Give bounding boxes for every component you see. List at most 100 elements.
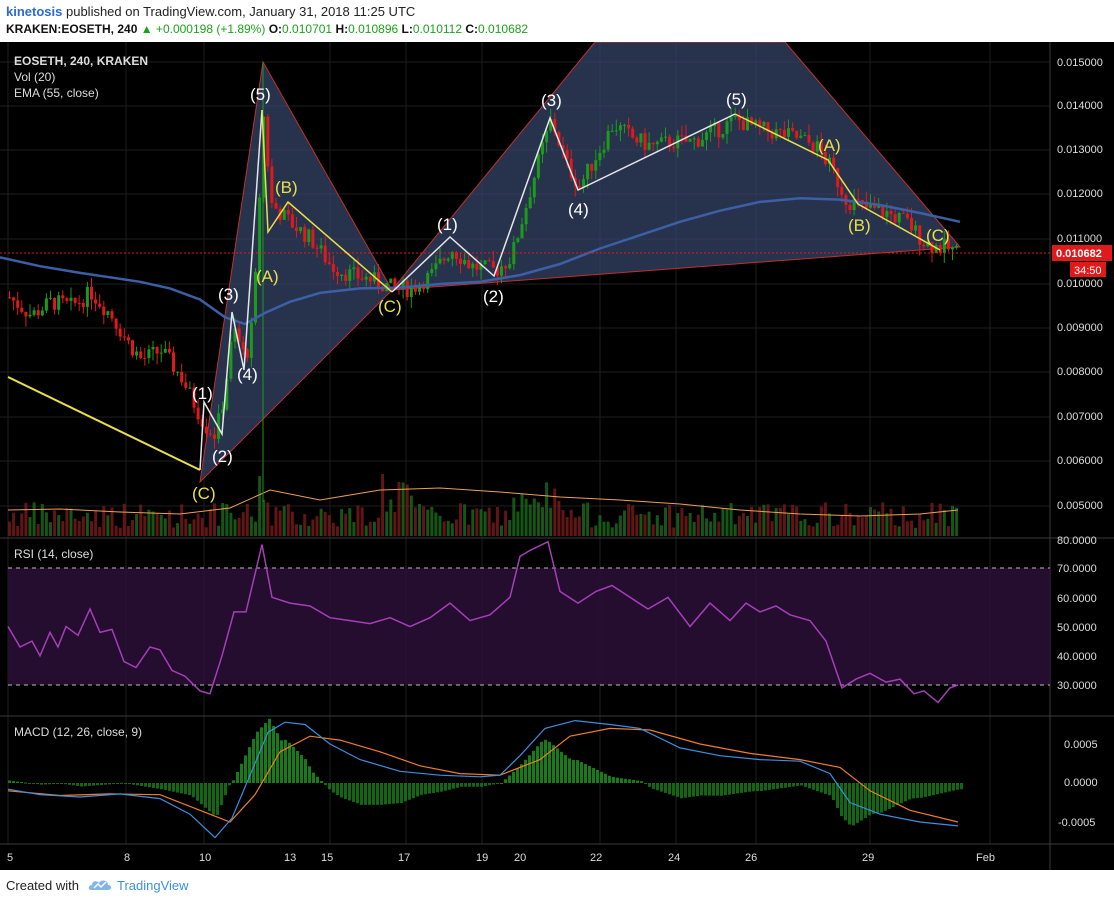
candle-body (331, 264, 335, 272)
candle-body (295, 227, 298, 232)
volume-bar (85, 512, 89, 536)
volume-bar (467, 524, 471, 536)
macd-histogram-bar (108, 783, 111, 785)
volume-bar (545, 482, 549, 536)
volume-bar (40, 503, 44, 536)
volume-bar (176, 523, 180, 536)
volume-bar (401, 482, 405, 536)
candle-body (504, 266, 508, 269)
tradingview-cloud-icon (88, 880, 111, 890)
candle-body (393, 278, 397, 287)
macd-histogram-bar (676, 783, 679, 797)
macd-histogram-bar (368, 783, 371, 805)
volume-bar (684, 516, 688, 536)
volume-bar (118, 527, 122, 536)
macd-histogram-bar (628, 779, 631, 783)
macd-histogram-bar (388, 783, 391, 805)
volume-bar (770, 521, 774, 536)
legend-vol[interactable]: Vol (20) (14, 70, 55, 84)
chart-canvas[interactable]: (C) (1) (2) (3) (4) (5) (A) (B) (C) (1) … (0, 42, 1114, 870)
time-tick: Feb (976, 852, 995, 864)
candle-body (463, 260, 467, 264)
candle-body (159, 352, 163, 354)
candle-body (208, 433, 212, 435)
volume-bar (688, 512, 692, 536)
volume-bar (709, 521, 713, 536)
volume-bar (647, 511, 651, 536)
macd-histogram-bar (212, 783, 215, 815)
macd-histogram-bar (268, 718, 271, 783)
candle-body (438, 258, 442, 264)
time-axis[interactable]: 5 8 10 13 15 17 19 20 22 24 26 29 Feb (7, 852, 995, 864)
macd-histogram-bar (748, 783, 751, 792)
price-axis[interactable]: 0.015000 0.014000 0.013000 0.012000 0.01… (1057, 57, 1103, 512)
macd-histogram-bar (708, 783, 711, 796)
macd-histogram-bar (820, 783, 823, 793)
legend-ema[interactable]: EMA (55, close) (14, 86, 99, 100)
macd-histogram-bar (640, 781, 643, 783)
legend-rsi[interactable]: RSI (14, close) (14, 547, 93, 561)
volume-bar (143, 516, 147, 536)
candle-body (602, 149, 606, 153)
macd-histogram-bar (700, 783, 703, 796)
volume-bar (504, 510, 508, 536)
trend-line[interactable] (7, 376, 201, 471)
volume-bar (799, 520, 803, 536)
volume-bar (573, 517, 577, 536)
candle-body (81, 302, 85, 308)
volume-bar (766, 504, 770, 536)
macd-histogram-bar (532, 750, 535, 783)
legend-macd[interactable]: MACD (12, 26, close, 9) (14, 725, 142, 739)
rsi-axis[interactable]: 80.0000 70.0000 60.0000 50.0000 40.0000 … (1057, 535, 1097, 692)
low-label: L: (401, 22, 413, 36)
candle-body (286, 209, 290, 215)
volume-bar (811, 526, 815, 536)
chart-area[interactable]: (C) (1) (2) (3) (4) (5) (A) (B) (C) (1) … (0, 42, 1114, 870)
volume-bar (869, 507, 872, 536)
candle-body (122, 336, 126, 338)
macd-histogram-bar (380, 783, 383, 805)
macd-histogram-bar (456, 783, 459, 788)
volume-bar (331, 522, 335, 536)
macd-histogram-bar (728, 783, 731, 795)
volume-bar (184, 519, 188, 536)
volume-bar (889, 508, 893, 536)
tradingview-link[interactable]: TradingView (117, 878, 189, 893)
macd-histogram-bar (832, 783, 835, 801)
candle-body (57, 295, 61, 310)
macd-line (7, 719, 959, 839)
macd-histogram-bar (220, 783, 223, 806)
macd-axis[interactable]: 0.0005 0.0000 -0.0005 (1058, 739, 1098, 829)
candle-body (69, 297, 73, 301)
candle-body (795, 130, 799, 138)
volume-bar (389, 499, 393, 536)
macd-histogram-bar (308, 766, 311, 783)
macd-histogram (8, 718, 963, 826)
volume-bar (672, 527, 676, 536)
volume-bar (81, 516, 85, 536)
wave-label-w3: (3) (218, 285, 239, 304)
candle-body (524, 208, 528, 225)
volume-bar (561, 510, 565, 536)
candle-body (803, 135, 807, 137)
volume-bar (508, 519, 512, 536)
wave-label-w4: (4) (237, 365, 258, 384)
candle-body (836, 168, 840, 188)
volume-bar (323, 512, 327, 536)
author-link[interactable]: kinetosis (6, 4, 62, 19)
macd-histogram-bar (36, 783, 39, 785)
volume-bar (787, 514, 790, 536)
macd-histogram-bar (288, 742, 291, 783)
volume-bar (733, 524, 737, 536)
candle-body (94, 299, 98, 304)
candle-body (721, 133, 725, 138)
macd-histogram-bar (328, 783, 331, 790)
macd-histogram-bar (440, 783, 443, 792)
macd-histogram-bar (764, 783, 767, 791)
legend-symbol[interactable]: EOSETH, 240, KRAKEN (14, 54, 148, 68)
candle-body (266, 116, 270, 167)
macd-histogram-bar (340, 783, 343, 798)
published-text: published on TradingView.com, January 31… (65, 4, 416, 19)
volume-bar (348, 508, 352, 536)
macd-histogram-bar (624, 778, 627, 783)
